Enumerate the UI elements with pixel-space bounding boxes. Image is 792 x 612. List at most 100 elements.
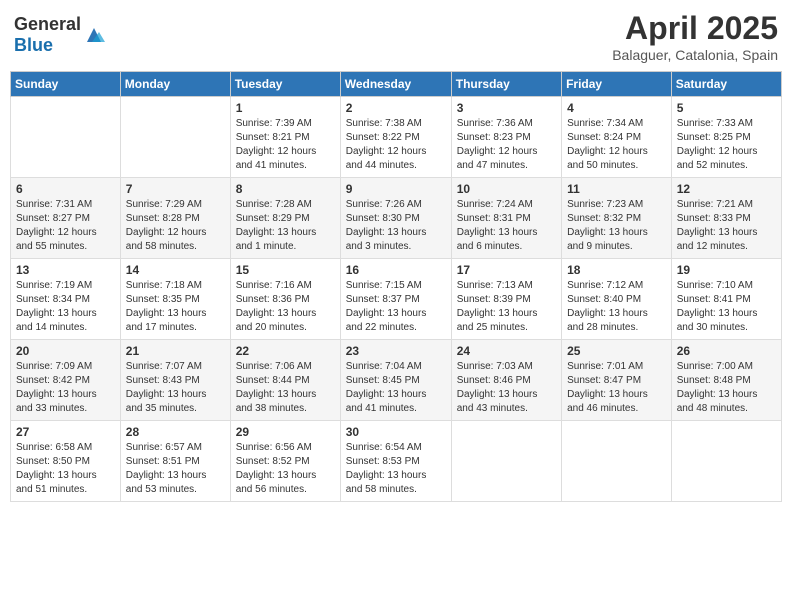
calendar-cell [120,97,230,178]
day-info: Sunrise: 7:00 AM Sunset: 8:48 PM Dayligh… [677,360,776,416]
calendar-cell: 25 Sunrise: 7:01 AM Sunset: 8:47 PM Dayl… [562,340,672,421]
day-info: Sunrise: 7:36 AM Sunset: 8:23 PM Dayligh… [457,117,556,173]
day-number: 22 [236,344,335,358]
day-number: 30 [346,425,446,439]
day-number: 4 [567,101,666,115]
calendar-cell: 10 Sunrise: 7:24 AM Sunset: 8:31 PM Dayl… [451,178,561,259]
weekday-header-sunday: Sunday [11,72,121,97]
calendar-cell: 8 Sunrise: 7:28 AM Sunset: 8:29 PM Dayli… [230,178,340,259]
day-number: 27 [16,425,115,439]
calendar-cell: 19 Sunrise: 7:10 AM Sunset: 8:41 PM Dayl… [671,259,781,340]
day-number: 28 [126,425,225,439]
calendar-cell: 21 Sunrise: 7:07 AM Sunset: 8:43 PM Dayl… [120,340,230,421]
day-info: Sunrise: 6:58 AM Sunset: 8:50 PM Dayligh… [16,441,115,497]
calendar-cell: 17 Sunrise: 7:13 AM Sunset: 8:39 PM Dayl… [451,259,561,340]
calendar-cell: 28 Sunrise: 6:57 AM Sunset: 8:51 PM Dayl… [120,421,230,502]
day-number: 3 [457,101,556,115]
day-info: Sunrise: 6:54 AM Sunset: 8:53 PM Dayligh… [346,441,446,497]
calendar-cell [671,421,781,502]
day-info: Sunrise: 6:57 AM Sunset: 8:51 PM Dayligh… [126,441,225,497]
day-info: Sunrise: 7:23 AM Sunset: 8:32 PM Dayligh… [567,198,666,254]
day-info: Sunrise: 7:06 AM Sunset: 8:44 PM Dayligh… [236,360,335,416]
calendar-table: SundayMondayTuesdayWednesdayThursdayFrid… [10,71,782,502]
calendar-cell: 27 Sunrise: 6:58 AM Sunset: 8:50 PM Dayl… [11,421,121,502]
day-info: Sunrise: 7:04 AM Sunset: 8:45 PM Dayligh… [346,360,446,416]
calendar-cell: 18 Sunrise: 7:12 AM Sunset: 8:40 PM Dayl… [562,259,672,340]
weekday-header-tuesday: Tuesday [230,72,340,97]
day-number: 9 [346,182,446,196]
calendar-cell: 4 Sunrise: 7:34 AM Sunset: 8:24 PM Dayli… [562,97,672,178]
calendar-cell: 2 Sunrise: 7:38 AM Sunset: 8:22 PM Dayli… [340,97,451,178]
day-info: Sunrise: 7:09 AM Sunset: 8:42 PM Dayligh… [16,360,115,416]
logo-blue: Blue [14,35,53,55]
calendar-cell: 26 Sunrise: 7:00 AM Sunset: 8:48 PM Dayl… [671,340,781,421]
day-info: Sunrise: 7:03 AM Sunset: 8:46 PM Dayligh… [457,360,556,416]
day-number: 16 [346,263,446,277]
day-number: 7 [126,182,225,196]
calendar-cell: 1 Sunrise: 7:39 AM Sunset: 8:21 PM Dayli… [230,97,340,178]
calendar-cell: 7 Sunrise: 7:29 AM Sunset: 8:28 PM Dayli… [120,178,230,259]
day-number: 1 [236,101,335,115]
day-info: Sunrise: 7:28 AM Sunset: 8:29 PM Dayligh… [236,198,335,254]
day-number: 24 [457,344,556,358]
calendar-cell: 29 Sunrise: 6:56 AM Sunset: 8:52 PM Dayl… [230,421,340,502]
day-number: 14 [126,263,225,277]
calendar-cell: 3 Sunrise: 7:36 AM Sunset: 8:23 PM Dayli… [451,97,561,178]
day-number: 19 [677,263,776,277]
day-number: 15 [236,263,335,277]
title-area: April 2025 Balaguer, Catalonia, Spain [612,10,778,63]
calendar-cell: 14 Sunrise: 7:18 AM Sunset: 8:35 PM Dayl… [120,259,230,340]
logo-icon [83,24,105,46]
month-title: April 2025 [612,10,778,47]
day-number: 5 [677,101,776,115]
day-number: 17 [457,263,556,277]
calendar-cell [562,421,672,502]
calendar-cell: 22 Sunrise: 7:06 AM Sunset: 8:44 PM Dayl… [230,340,340,421]
day-number: 21 [126,344,225,358]
day-info: Sunrise: 7:01 AM Sunset: 8:47 PM Dayligh… [567,360,666,416]
day-info: Sunrise: 7:38 AM Sunset: 8:22 PM Dayligh… [346,117,446,173]
day-number: 10 [457,182,556,196]
weekday-header-thursday: Thursday [451,72,561,97]
day-number: 18 [567,263,666,277]
calendar-cell: 20 Sunrise: 7:09 AM Sunset: 8:42 PM Dayl… [11,340,121,421]
calendar-cell: 24 Sunrise: 7:03 AM Sunset: 8:46 PM Dayl… [451,340,561,421]
day-info: Sunrise: 6:56 AM Sunset: 8:52 PM Dayligh… [236,441,335,497]
calendar-cell: 15 Sunrise: 7:16 AM Sunset: 8:36 PM Dayl… [230,259,340,340]
calendar-cell [451,421,561,502]
day-info: Sunrise: 7:18 AM Sunset: 8:35 PM Dayligh… [126,279,225,335]
logo-general: General [14,14,81,34]
location-title: Balaguer, Catalonia, Spain [612,47,778,63]
day-number: 6 [16,182,115,196]
calendar-cell: 11 Sunrise: 7:23 AM Sunset: 8:32 PM Dayl… [562,178,672,259]
day-info: Sunrise: 7:10 AM Sunset: 8:41 PM Dayligh… [677,279,776,335]
calendar-cell: 9 Sunrise: 7:26 AM Sunset: 8:30 PM Dayli… [340,178,451,259]
day-number: 29 [236,425,335,439]
header: General Blue April 2025 Balaguer, Catalo… [10,10,782,63]
day-info: Sunrise: 7:26 AM Sunset: 8:30 PM Dayligh… [346,198,446,254]
day-info: Sunrise: 7:16 AM Sunset: 8:36 PM Dayligh… [236,279,335,335]
day-number: 11 [567,182,666,196]
day-info: Sunrise: 7:29 AM Sunset: 8:28 PM Dayligh… [126,198,225,254]
day-number: 20 [16,344,115,358]
logo: General Blue [14,14,105,56]
day-number: 12 [677,182,776,196]
weekday-header-friday: Friday [562,72,672,97]
day-info: Sunrise: 7:33 AM Sunset: 8:25 PM Dayligh… [677,117,776,173]
day-info: Sunrise: 7:13 AM Sunset: 8:39 PM Dayligh… [457,279,556,335]
day-number: 13 [16,263,115,277]
weekday-header-saturday: Saturday [671,72,781,97]
day-number: 8 [236,182,335,196]
calendar-cell: 6 Sunrise: 7:31 AM Sunset: 8:27 PM Dayli… [11,178,121,259]
calendar-cell [11,97,121,178]
day-info: Sunrise: 7:15 AM Sunset: 8:37 PM Dayligh… [346,279,446,335]
day-info: Sunrise: 7:34 AM Sunset: 8:24 PM Dayligh… [567,117,666,173]
day-info: Sunrise: 7:39 AM Sunset: 8:21 PM Dayligh… [236,117,335,173]
day-number: 26 [677,344,776,358]
day-number: 25 [567,344,666,358]
weekday-header-monday: Monday [120,72,230,97]
day-info: Sunrise: 7:19 AM Sunset: 8:34 PM Dayligh… [16,279,115,335]
calendar-cell: 5 Sunrise: 7:33 AM Sunset: 8:25 PM Dayli… [671,97,781,178]
day-info: Sunrise: 7:21 AM Sunset: 8:33 PM Dayligh… [677,198,776,254]
day-info: Sunrise: 7:07 AM Sunset: 8:43 PM Dayligh… [126,360,225,416]
